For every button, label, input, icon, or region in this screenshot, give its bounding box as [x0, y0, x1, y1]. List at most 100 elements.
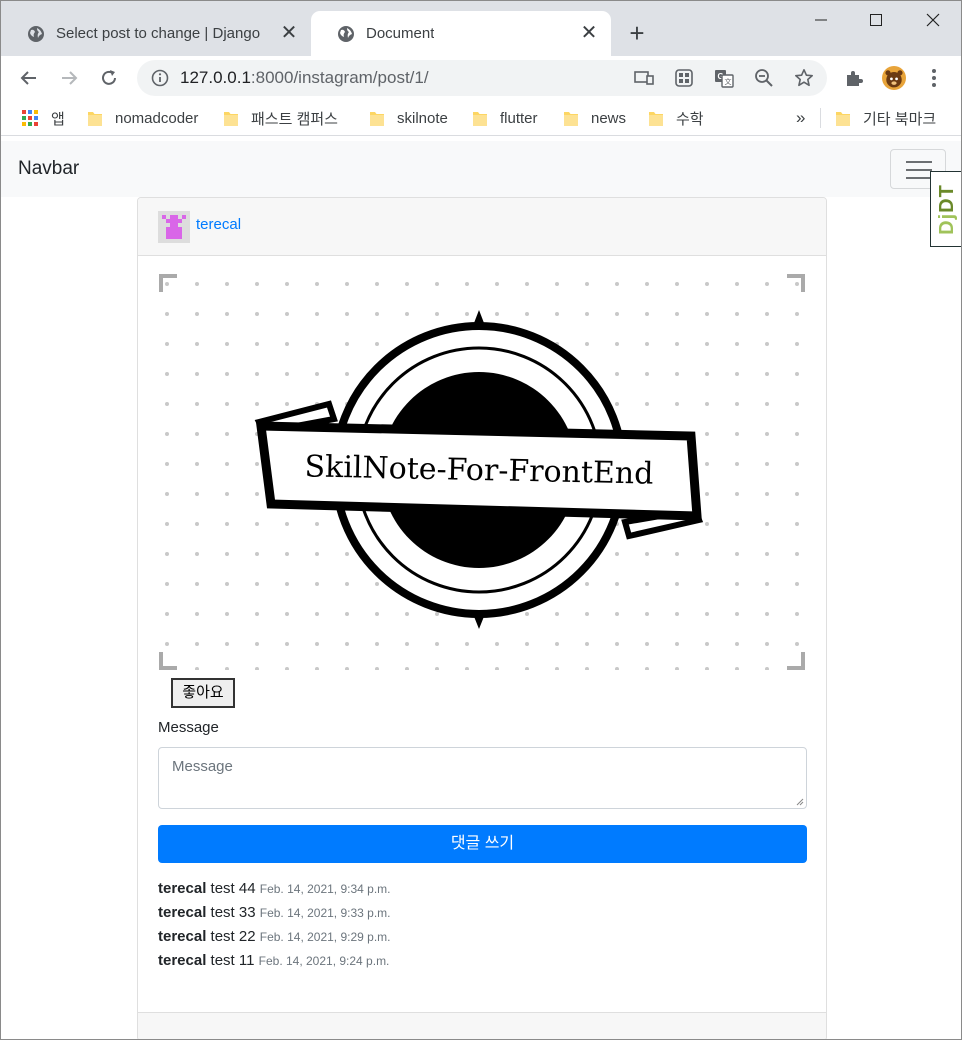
post-image: SkilNote-For-FrontEnd	[159, 274, 805, 670]
folder-icon	[836, 111, 850, 126]
close-window-button[interactable]	[913, 5, 953, 35]
comment-item: terecal test 11 Feb. 14, 2021, 9:24 p.m.	[158, 952, 807, 976]
globe-icon	[28, 25, 44, 42]
avatar	[158, 211, 190, 243]
navbar: Navbar	[1, 141, 961, 197]
reload-icon	[102, 70, 116, 85]
minimize-button[interactable]	[801, 5, 841, 35]
post-header: terecal	[138, 198, 826, 256]
forward-button[interactable]	[55, 64, 83, 92]
bookmark-label: 기타 북마크	[863, 110, 937, 128]
new-tab-button[interactable]: +	[623, 20, 651, 48]
message-label: Message	[158, 719, 219, 736]
browser-window: Select post to change | Django ✕ Documen…	[0, 0, 962, 1040]
maximize-icon	[870, 14, 882, 26]
bookmark-label: 앱	[51, 110, 65, 128]
url-host: 127.0.0.1	[180, 68, 251, 87]
close-icon[interactable]: ✕	[279, 23, 299, 43]
extensions-icon[interactable]	[842, 66, 866, 90]
maximize-button[interactable]	[856, 5, 896, 35]
info-icon[interactable]	[151, 69, 169, 87]
arrow-right-icon	[62, 71, 78, 85]
bookmark-folder-other[interactable]: 기타 북마크	[835, 108, 936, 128]
comment-text: test 11	[210, 952, 255, 969]
bookmark-label: 패스트 캠퍼스	[251, 110, 338, 128]
comment-author: terecal	[158, 880, 207, 897]
bookmark-folder-flutter[interactable]: flutter	[472, 108, 538, 128]
cast-icon[interactable]	[634, 68, 654, 88]
bookmark-label: nomadcoder	[115, 109, 199, 127]
back-button[interactable]	[15, 64, 43, 92]
folder-icon	[564, 111, 578, 126]
comment-text: test 33	[210, 904, 256, 921]
bookmarks-bar: 앱 nomadcoder 패스트 캠퍼스 skilnote flutter ne…	[1, 100, 961, 136]
resize-grip-icon[interactable]	[794, 796, 804, 806]
page-content: Navbar DjDT terecal SkilNote-For-FrontEn…	[1, 141, 961, 1039]
folder-icon	[370, 111, 384, 126]
post-footer	[138, 1012, 826, 1039]
comment-list: terecal test 44 Feb. 14, 2021, 9:34 p.m.…	[158, 880, 807, 976]
browser-toolbar: 127.0.0.1:8000/instagram/post/1/ G文	[1, 56, 961, 100]
bookmark-label: skilnote	[397, 109, 448, 127]
bookmark-folder-news[interactable]: news	[563, 108, 626, 128]
message-textarea[interactable]: Message	[158, 747, 807, 809]
comment-author: terecal	[158, 928, 207, 945]
logo-emblem: SkilNote-For-FrontEnd	[254, 310, 704, 629]
like-button[interactable]: 좋아요	[171, 678, 235, 708]
translate-icon[interactable]: G文	[714, 68, 734, 88]
folder-icon	[88, 111, 102, 126]
folder-icon	[473, 111, 487, 126]
star-icon[interactable]	[794, 68, 814, 88]
post-author-link[interactable]: terecal	[196, 216, 241, 233]
message-placeholder: Message	[172, 758, 233, 775]
hamburger-bar	[906, 169, 932, 171]
close-icon[interactable]: ✕	[579, 23, 599, 43]
arrow-left-icon	[20, 71, 36, 85]
globe-icon	[338, 25, 354, 42]
comment-item: terecal test 22 Feb. 14, 2021, 9:29 p.m.	[158, 928, 807, 952]
bookmark-overflow-button[interactable]: »	[796, 108, 805, 128]
comment-text: test 22	[210, 928, 256, 945]
submit-comment-button[interactable]: 댓글 쓰기	[158, 825, 807, 863]
tab-title: Document	[366, 25, 435, 42]
url-path: :8000/instagram/post/1/	[250, 68, 429, 87]
menu-dots-icon[interactable]	[922, 66, 946, 90]
bookmark-label: flutter	[500, 109, 538, 127]
hamburger-bar	[906, 161, 932, 163]
navbar-brand[interactable]: Navbar	[18, 158, 79, 180]
comment-item: terecal test 33 Feb. 14, 2021, 9:33 p.m.	[158, 904, 807, 928]
bookmark-apps[interactable]: 앱	[21, 108, 65, 128]
apps-grid-icon	[22, 110, 38, 126]
comment-date: Feb. 14, 2021, 9:33 p.m.	[259, 906, 391, 920]
comment-date: Feb. 14, 2021, 9:34 p.m.	[259, 882, 391, 896]
bookmark-folder-skilnote[interactable]: skilnote	[369, 108, 448, 128]
bookmark-folder-math[interactable]: 수학	[648, 108, 704, 128]
bookmark-folder-nomadcoder[interactable]: nomadcoder	[87, 108, 198, 128]
comment-text: test 44	[210, 880, 256, 897]
bookmark-folder-fastcampus[interactable]: 패스트 캠퍼스	[223, 108, 338, 128]
post-card: terecal SkilNote-For-FrontEnd 좋아요 Messag…	[137, 197, 827, 1039]
qr-code-icon[interactable]	[674, 68, 694, 88]
django-debug-toolbar-handle[interactable]: DjDT	[930, 171, 961, 247]
comment-date: Feb. 14, 2021, 9:29 p.m.	[259, 930, 391, 944]
tab-document[interactable]: Document ✕	[311, 11, 611, 56]
reload-button[interactable]	[95, 64, 123, 92]
folder-icon	[649, 111, 663, 126]
djdt-label: DjDT	[935, 183, 958, 235]
comment-author: terecal	[158, 904, 207, 921]
address-bar[interactable]: 127.0.0.1:8000/instagram/post/1/ G文	[137, 60, 827, 96]
zoom-out-icon[interactable]	[754, 68, 774, 88]
bookmark-label: news	[591, 109, 627, 127]
tab-django-admin[interactable]: Select post to change | Django ✕	[1, 11, 311, 56]
logo-text: SkilNote-For-FrontEnd	[304, 449, 654, 491]
close-icon	[926, 13, 940, 27]
tab-strip: Select post to change | Django ✕ Documen…	[1, 1, 961, 56]
comment-date: Feb. 14, 2021, 9:24 p.m.	[258, 954, 390, 968]
bookmark-divider	[820, 108, 821, 128]
profile-avatar[interactable]	[882, 66, 906, 90]
svg-text:文: 文	[725, 77, 732, 86]
tab-title: Select post to change | Django	[56, 25, 261, 42]
url-text[interactable]: 127.0.0.1:8000/instagram/post/1/	[180, 68, 429, 88]
comment-item: terecal test 44 Feb. 14, 2021, 9:34 p.m.	[158, 880, 807, 904]
bookmark-label: 수학	[676, 110, 704, 128]
